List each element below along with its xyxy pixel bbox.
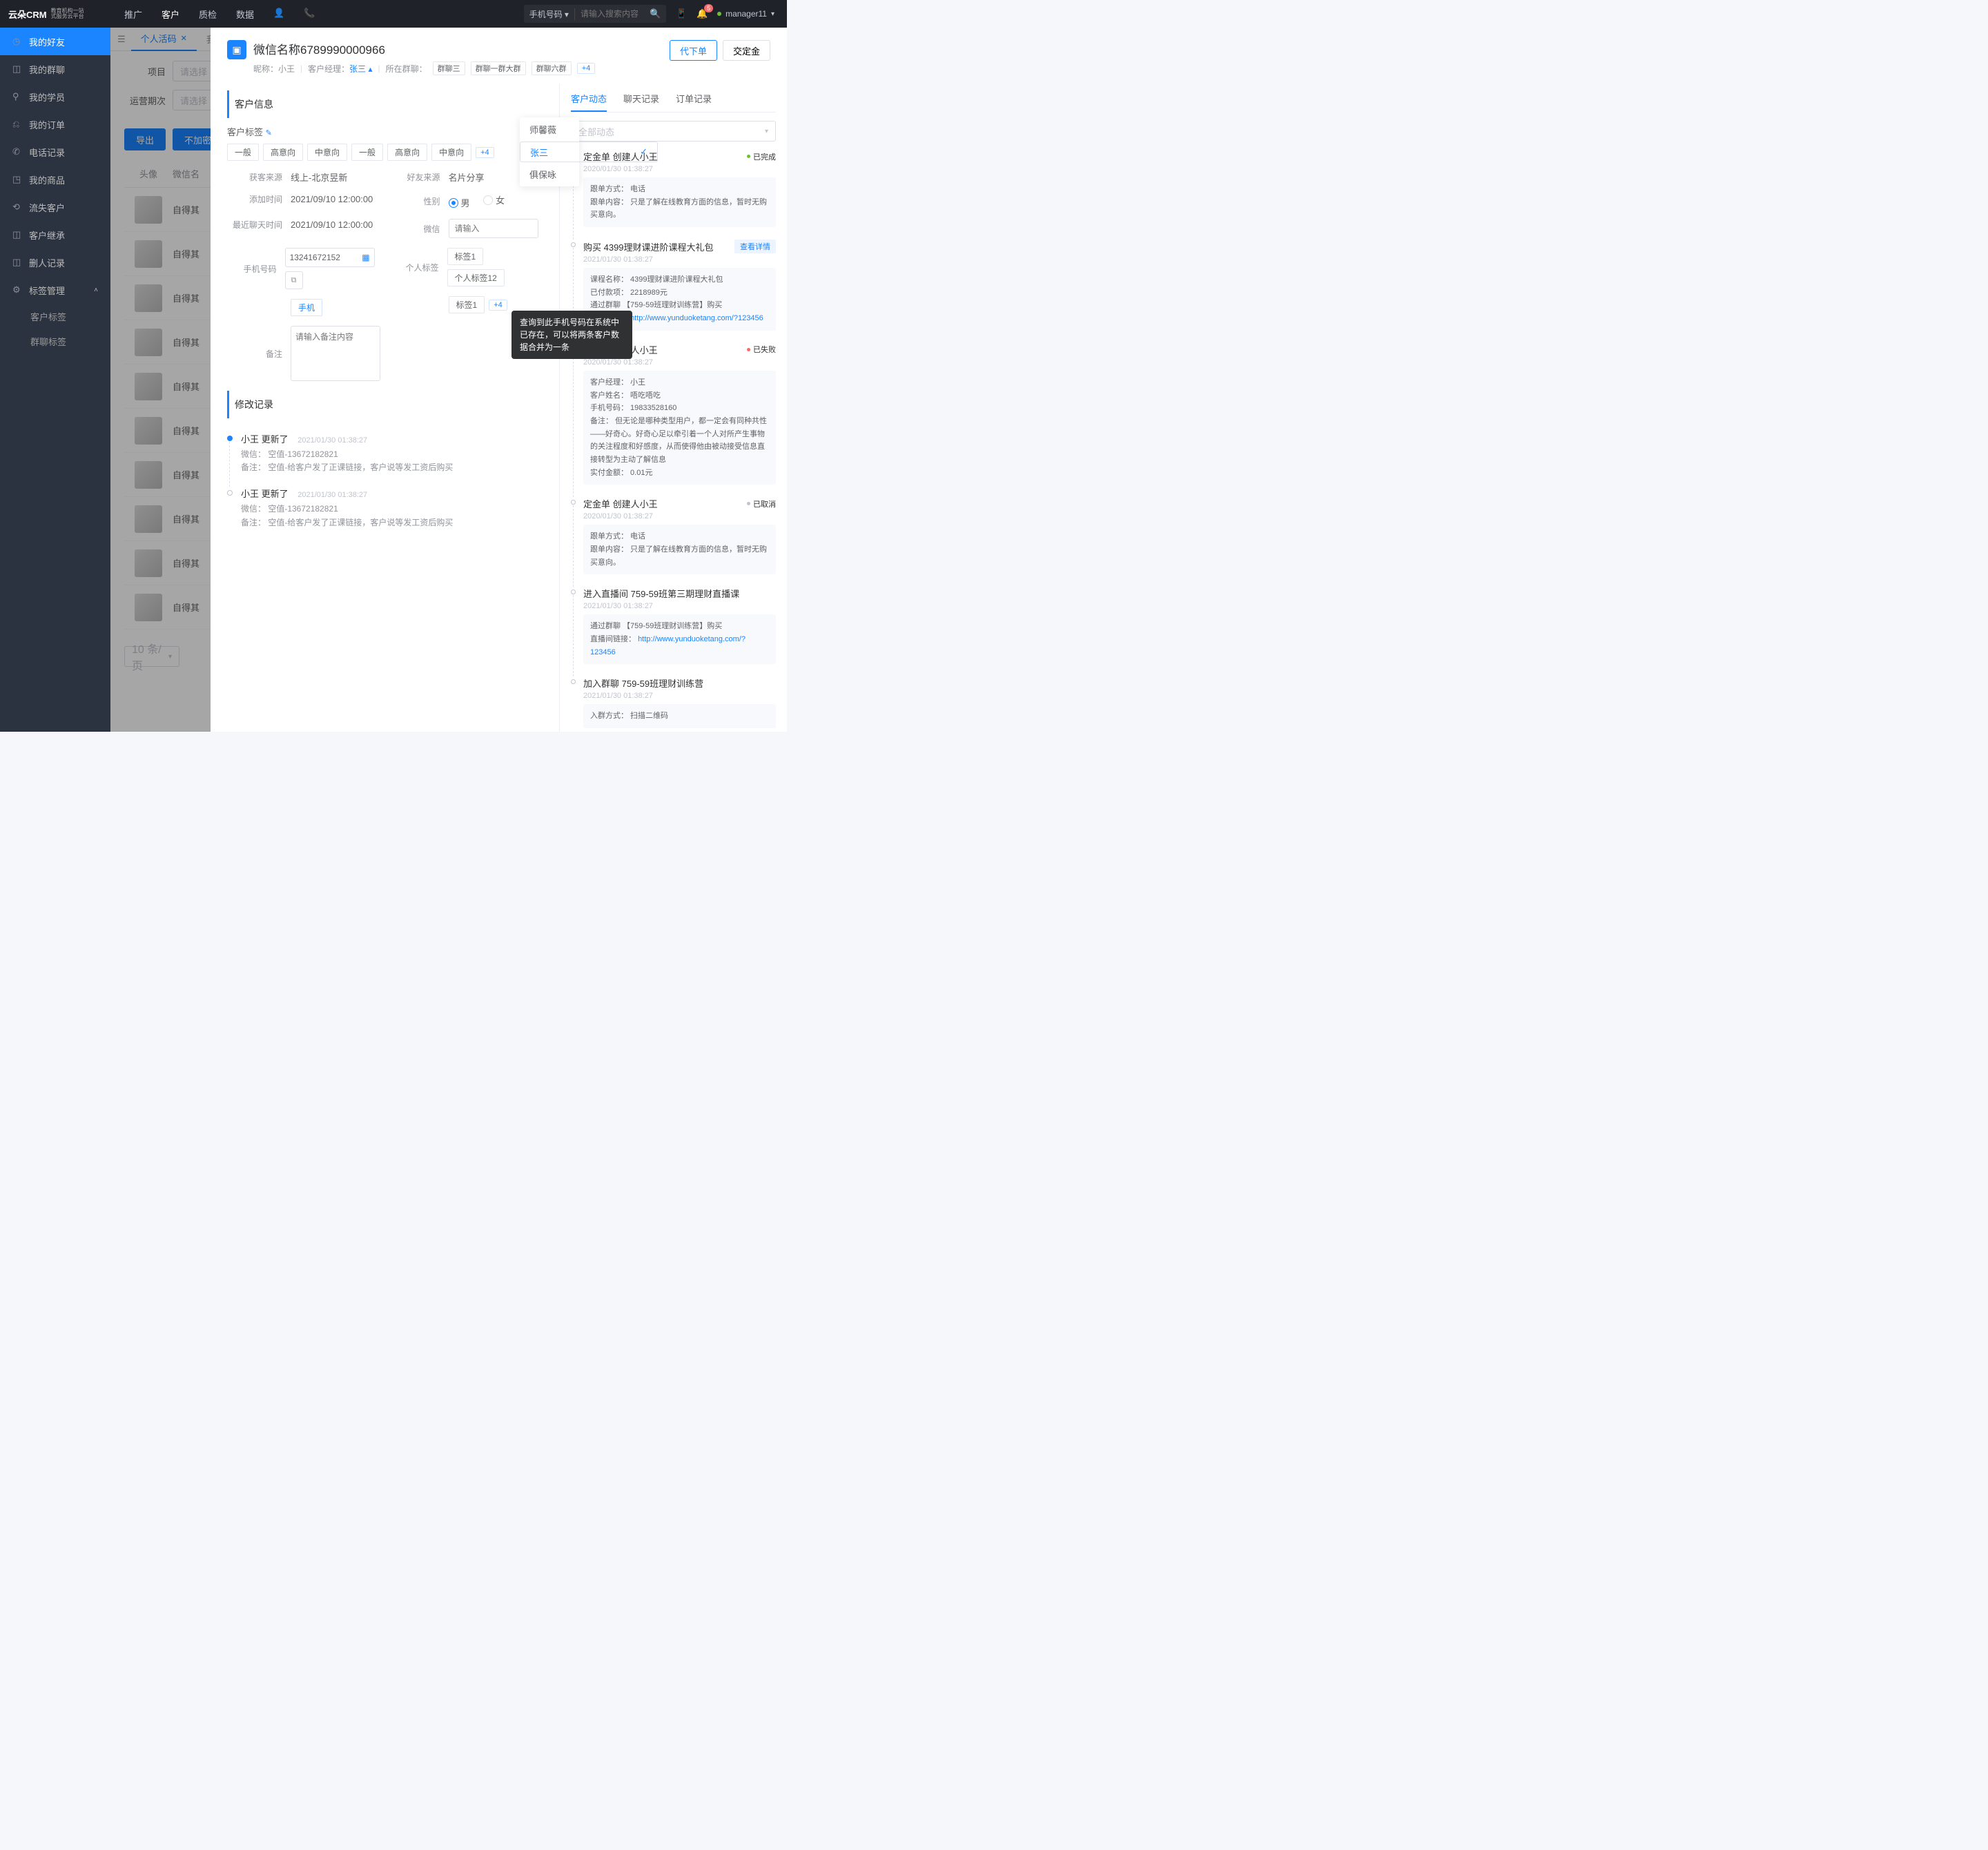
ptag-more[interactable]: +4 xyxy=(489,300,507,311)
feed-item: 加入群聊 759-59班理财训练营 2021/01/30 01:38:27 入群… xyxy=(571,676,776,728)
manager-dropdown: 师馨薇 张三✓ 俱保咏 xyxy=(520,117,579,186)
sidebar: ◷我的好友 ◫我的群聊 ⚲我的学员 ⎌我的订单 ✆电话记录 ◳我的商品 ⟲流失客… xyxy=(0,28,110,732)
customer-icon: ▣ xyxy=(227,40,246,59)
dd-item[interactable]: 张三✓ xyxy=(520,142,658,162)
sb-cust-tags[interactable]: 客户标签 xyxy=(0,304,110,329)
drawer: ▣ 微信名称6789990000966 昵称：小王| 客户经理：张三 ▴| 所在… xyxy=(211,28,787,732)
rtab-chat[interactable]: 聊天记录 xyxy=(623,86,659,112)
sb-lost[interactable]: ⟲流失客户 xyxy=(0,193,110,221)
tag[interactable]: 高意向 xyxy=(263,144,303,161)
dd-item[interactable]: 师馨薇 xyxy=(520,117,579,142)
sb-grp-tags[interactable]: 群聊标签 xyxy=(0,329,110,353)
mobile-icon[interactable]: 📱 xyxy=(676,8,687,19)
feed-item: 进入直播间 759-59班第三期理财直播课 2021/01/30 01:38:2… xyxy=(571,587,776,664)
edit-tags-icon[interactable]: ✎ xyxy=(266,129,272,137)
log-item: 小王 更新了 2021/01/30 01:38:27微信： 空值-1367218… xyxy=(227,432,543,474)
ptag[interactable]: 个人标签12 xyxy=(447,269,505,286)
search-icon[interactable]: 🔍 xyxy=(644,8,666,19)
lookup-icon[interactable]: ▦ xyxy=(362,253,369,262)
section-log: 修改记录 xyxy=(227,391,543,418)
manager-select[interactable]: 张三 ▴ xyxy=(349,64,372,74)
ptag[interactable]: 标签1 xyxy=(449,296,485,313)
group-tag[interactable]: 群聊六群 xyxy=(532,61,572,75)
user-icon[interactable]: 👤 xyxy=(273,8,284,21)
sb-delete[interactable]: ◫删人记录 xyxy=(0,249,110,276)
sb-inherit[interactable]: ◫客户继承 xyxy=(0,221,110,249)
tag[interactable]: 中意向 xyxy=(307,144,347,161)
tag-more[interactable]: +4 xyxy=(476,147,494,158)
wechat-input[interactable] xyxy=(449,219,538,238)
drawer-title: 微信名称6789990000966 xyxy=(253,40,663,57)
sb-friends[interactable]: ◷我的好友 xyxy=(0,28,110,55)
tag[interactable]: 高意向 xyxy=(387,144,427,161)
group-tag[interactable]: 群聊三 xyxy=(433,61,465,75)
phone-tooltip: 查询到此手机号码在系统中已存在，可以将两条客户数据合并为一条 xyxy=(511,311,632,359)
deposit-button[interactable]: 交定金 xyxy=(723,40,770,61)
log-item: 小王 更新了 2021/01/30 01:38:27微信： 空值-1367218… xyxy=(227,487,543,529)
group-tag[interactable]: 群聊一群大群 xyxy=(471,61,526,75)
search[interactable]: 手机号码 ▾ 🔍 xyxy=(524,5,667,23)
radio-female[interactable]: 女 xyxy=(483,193,505,206)
sb-tags[interactable]: ⚙标签管理˄ xyxy=(0,276,110,304)
rtab-activity[interactable]: 客户动态 xyxy=(571,86,607,112)
nav-customer[interactable]: 客户 xyxy=(162,8,179,21)
search-input[interactable] xyxy=(575,9,644,19)
search-type[interactable]: 手机号码 ▾ xyxy=(524,8,575,20)
check-icon: ✓ xyxy=(640,146,647,157)
phone-input[interactable]: 13241672152▦ xyxy=(285,248,375,267)
tag[interactable]: 一般 xyxy=(227,144,259,161)
detail-button[interactable]: 查看详情 xyxy=(734,240,776,253)
order-button[interactable]: 代下单 xyxy=(670,40,717,61)
group-more[interactable]: +4 xyxy=(577,63,596,74)
nav-promo[interactable]: 推广 xyxy=(124,8,142,21)
user-menu[interactable]: manager11▾ xyxy=(717,9,774,19)
sb-students[interactable]: ⚲我的学员 xyxy=(0,83,110,110)
radio-male[interactable]: 男 xyxy=(449,196,470,209)
sb-groups[interactable]: ◫我的群聊 xyxy=(0,55,110,83)
bell-icon[interactable]: 🔔5 xyxy=(696,8,708,19)
dd-item[interactable]: 俱保咏 xyxy=(520,162,579,186)
top-nav: 推广 客户 质检 数据 👤 📞 xyxy=(124,8,315,21)
phone-label[interactable]: 手机 xyxy=(291,299,322,316)
nav-data[interactable]: 数据 xyxy=(236,8,254,21)
topbar: 云朵CRM 教育机构一站式服务云平台 推广 客户 质检 数据 👤 📞 手机号码 … xyxy=(0,0,787,28)
phone-icon[interactable]: 📞 xyxy=(304,8,315,21)
ptag[interactable]: 标签1 xyxy=(447,248,484,265)
sb-products[interactable]: ◳我的商品 xyxy=(0,166,110,193)
nav-qc[interactable]: 质检 xyxy=(199,8,217,21)
activity-filter[interactable]: 全部动态▾ xyxy=(571,121,776,142)
sb-calls[interactable]: ✆电话记录 xyxy=(0,138,110,166)
section-info: 客户信息 xyxy=(227,90,543,118)
chevron-up-icon: ˄ xyxy=(94,286,98,294)
remark-input[interactable] xyxy=(291,326,380,381)
feed-item: 报名单 创建人小王已失败 2020/01/30 01:38:27 客户经理： 小… xyxy=(571,343,776,485)
tag[interactable]: 中意向 xyxy=(431,144,471,161)
tag[interactable]: 一般 xyxy=(351,144,383,161)
feed-item: 定金单 创建人小王已取消 2020/01/30 01:38:27 跟单方式： 电… xyxy=(571,497,776,574)
copy-icon[interactable]: ⧉ xyxy=(285,271,303,289)
rtab-orders[interactable]: 订单记录 xyxy=(676,86,712,112)
sb-orders[interactable]: ⎌我的订单 xyxy=(0,110,110,138)
logo: 云朵CRM 教育机构一站式服务云平台 xyxy=(0,8,110,21)
